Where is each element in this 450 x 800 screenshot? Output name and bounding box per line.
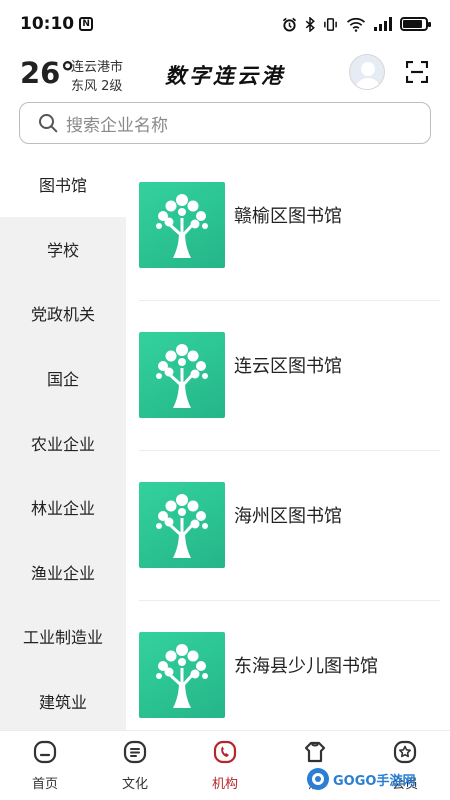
status-bar: 10:10 N [0, 0, 450, 48]
nav-label: 机构 [211, 777, 238, 792]
clock-text: 10:10 [20, 14, 75, 34]
battery-icon [400, 17, 431, 31]
org-name: 赣榆区图书馆 [234, 206, 342, 227]
watermark-logo-icon [307, 768, 329, 790]
org-list-item[interactable]: 赣榆区图书馆 [126, 152, 450, 302]
category-item-forestry[interactable]: 林业企业 [0, 475, 126, 540]
org-name: 海州区图书馆 [234, 506, 342, 527]
search-input[interactable]: 搜索企业名称 [19, 102, 431, 144]
status-icons [282, 16, 431, 32]
avatar[interactable] [349, 54, 385, 90]
org-name: 连云区图书馆 [234, 356, 342, 377]
category-sidebar: 图书馆 学校 党政机关 国企 农业企业 林业企业 渔业企业 工业制造业 建筑业 [0, 152, 126, 730]
category-item-state-owned[interactable]: 国企 [0, 346, 126, 411]
org-list-item[interactable]: 东海县少儿图书馆 [126, 602, 450, 730]
home-icon [33, 740, 57, 764]
category-label: 党政机关 [30, 305, 95, 325]
vibrate-icon [324, 17, 337, 31]
org-name: 东海县少儿图书馆 [234, 656, 378, 677]
alarm-icon [282, 17, 297, 32]
wifi-icon [346, 17, 366, 32]
category-item-fishery[interactable]: 渔业企业 [0, 540, 126, 605]
category-label: 建筑业 [38, 693, 87, 713]
category-label: 林业企业 [30, 499, 95, 519]
category-item-school[interactable]: 学校 [0, 217, 126, 282]
category-item-construction[interactable]: 建筑业 [0, 669, 126, 730]
nav-item-institution[interactable]: 机构 [180, 731, 270, 800]
category-label: 工业制造业 [22, 628, 103, 648]
org-list-item[interactable]: 连云区图书馆 [126, 302, 450, 452]
category-label: 国企 [46, 370, 79, 390]
residence-icon [304, 741, 326, 763]
nav-item-culture[interactable]: 文化 [90, 731, 180, 800]
culture-icon [123, 740, 147, 764]
category-item-library[interactable]: 图书馆 [0, 152, 126, 217]
category-label: 农业企业 [30, 434, 95, 454]
nav-label: 首页 [31, 777, 58, 792]
header: 26° 连云港市 东风 2级 数字连云港 [0, 48, 450, 100]
divider [139, 450, 440, 451]
avatar-head-shape [361, 62, 375, 76]
avatar-body-shape [355, 78, 381, 89]
divider [139, 600, 440, 601]
tree-logo-icon [139, 332, 225, 418]
category-item-party-government[interactable]: 党政机关 [0, 281, 126, 346]
nav-label: 文化 [121, 777, 148, 792]
bluetooth-icon [305, 16, 315, 32]
status-time: 10:10 N [20, 14, 94, 34]
category-item-manufacturing[interactable]: 工业制造业 [0, 604, 126, 669]
search-icon [39, 114, 58, 133]
category-label: 学校 [46, 240, 79, 260]
watermark: GOGO手游网 [305, 764, 415, 794]
category-item-agriculture[interactable]: 农业企业 [0, 410, 126, 475]
battery-level [403, 20, 422, 28]
signal-icon [374, 17, 392, 31]
search-placeholder: 搜索企业名称 [66, 115, 168, 136]
nfc-icon: N [79, 17, 94, 31]
divider [139, 300, 440, 301]
watermark-text: GOGO手游网 [333, 773, 416, 789]
tree-logo-icon [139, 182, 225, 268]
org-list: 赣榆区图书馆 连云区图书馆 海州区图书馆 东海县少儿图书馆 [126, 152, 450, 730]
tree-logo-icon [139, 482, 225, 568]
nav-item-home[interactable]: 首页 [0, 731, 90, 800]
institution-icon [213, 740, 237, 764]
member-icon [393, 740, 417, 764]
category-label: 渔业企业 [30, 563, 95, 583]
scan-icon[interactable] [406, 61, 428, 83]
category-label: 图书馆 [38, 176, 87, 196]
org-list-item[interactable]: 海州区图书馆 [126, 452, 450, 602]
tree-logo-icon [139, 632, 225, 718]
